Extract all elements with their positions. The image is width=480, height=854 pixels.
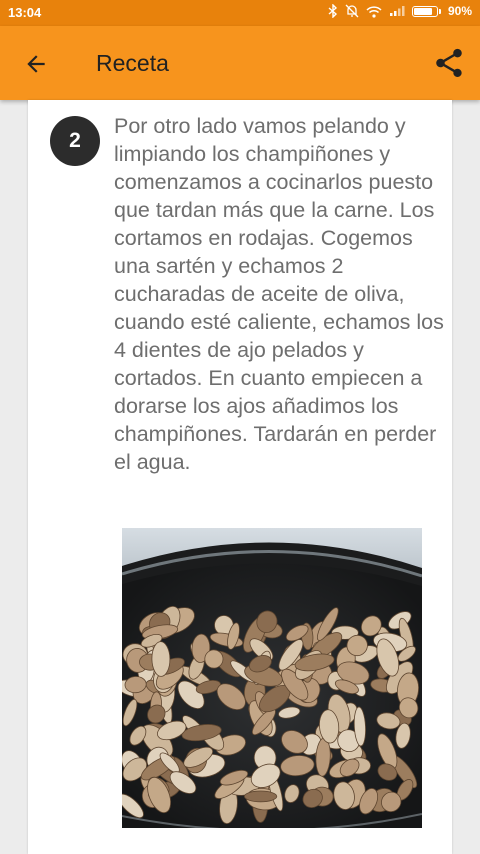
status-icons: 90%	[328, 4, 472, 18]
back-button[interactable]	[18, 46, 54, 82]
battery-percent: 90%	[447, 4, 472, 18]
share-button[interactable]	[430, 44, 468, 82]
app-title: Receta	[96, 50, 169, 76]
wifi-icon	[366, 5, 382, 18]
status-bar: 13:04 90%	[0, 0, 480, 26]
silent-bell-icon	[345, 4, 359, 18]
bluetooth-icon	[328, 4, 338, 18]
status-time: 13:04	[8, 5, 42, 20]
share-icon	[436, 48, 462, 78]
recipe-step-card: 2 Por otro lado vamos pelando y limpiand…	[28, 100, 452, 854]
step-description: Por otro lado vamos pelando y limpiando …	[114, 114, 444, 474]
signal-icon	[389, 5, 405, 17]
step-number-badge: 2	[50, 116, 100, 166]
app-bar: Receta	[0, 26, 480, 100]
arrow-left-icon	[27, 55, 45, 73]
battery-icon	[411, 5, 438, 17]
step-photo[interactable]	[122, 528, 422, 828]
